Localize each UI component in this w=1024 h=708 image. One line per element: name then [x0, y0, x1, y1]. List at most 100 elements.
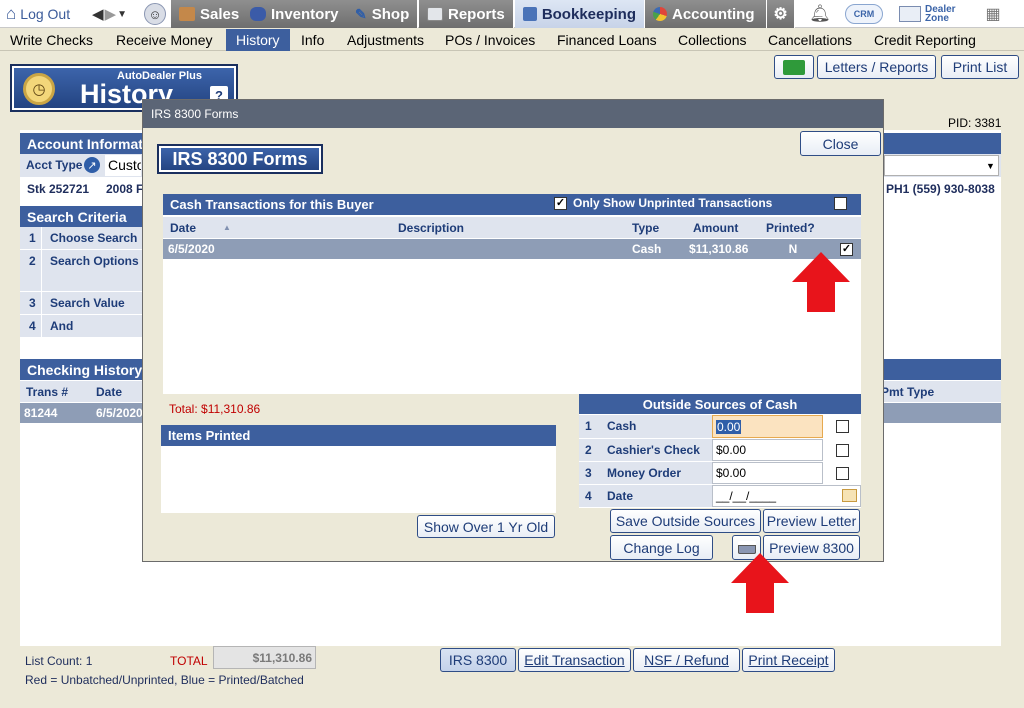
outside-row-label: Cash	[607, 419, 637, 433]
green-folder-icon	[783, 59, 805, 75]
search-row[interactable]: 1 Choose Search	[20, 227, 142, 250]
outside-sources-title: Outside Sources of Cash	[642, 396, 798, 412]
print-receipt-button[interactable]: Print Receipt	[742, 648, 835, 672]
logout-label: Log Out	[20, 6, 71, 22]
settings-tab[interactable]: ⚙	[767, 0, 795, 28]
subnav-cancellations[interactable]: Cancellations	[758, 29, 862, 51]
subnav-receive-money[interactable]: Receive Money	[106, 29, 223, 51]
outside-row-money-order: 3 Money Order $0.00	[579, 462, 861, 484]
outside-row-label: Date	[607, 489, 634, 503]
search-criteria-title: Search Criteria	[27, 208, 127, 225]
clock-icon: ◷	[23, 73, 55, 105]
print-list-button[interactable]: Print List	[941, 55, 1019, 79]
forward-arrow-icon[interactable]: ▶	[105, 5, 117, 23]
export-button[interactable]	[774, 55, 814, 79]
tab-bookkeeping[interactable]: Bookkeeping	[515, 0, 645, 28]
tab-bookkeeping-label: Bookkeeping	[541, 5, 636, 23]
col-description[interactable]: Description	[234, 221, 628, 235]
car-icon	[250, 7, 266, 21]
irs-8300-button[interactable]: IRS 8300	[440, 648, 516, 672]
total-label: TOTAL	[170, 654, 208, 668]
chevron-down-icon[interactable]: ▼	[117, 9, 127, 20]
subnav-write-checks[interactable]: Write Checks	[0, 29, 103, 51]
col-printed[interactable]: Printed?	[761, 221, 837, 235]
save-outside-sources-button[interactable]: Save Outside Sources	[610, 509, 761, 533]
col-type[interactable]: Type	[628, 221, 687, 235]
date-input-value: __/__/____	[716, 489, 777, 503]
outside-sources-header: Outside Sources of Cash	[579, 394, 861, 414]
items-printed-panel: Items Printed	[161, 425, 556, 513]
modal-window-title: IRS 8300 Forms	[151, 107, 239, 121]
subnav-adjustments[interactable]: Adjustments	[337, 29, 434, 51]
tab-accounting-label: Accounting	[672, 5, 755, 23]
subnav-credit-reporting[interactable]: Credit Reporting	[864, 29, 986, 51]
table-row[interactable]: 6/5/2020 Cash $11,310.86 N ✓	[163, 239, 861, 259]
subnav-financed-loans[interactable]: Financed Loans	[547, 29, 667, 51]
wrench-icon: ✎	[355, 5, 367, 22]
dealer-zone-label: Dealer Zone	[925, 4, 956, 24]
tab-reports[interactable]: Reports	[419, 0, 514, 28]
calculator-icon[interactable]: ▦	[984, 3, 1002, 25]
red-arrow-up-icon	[792, 252, 850, 312]
search-row-label: Search Value	[42, 292, 142, 315]
cash-checkbox[interactable]	[835, 420, 849, 433]
col-amount[interactable]: Amount	[687, 221, 761, 235]
acct-type-field[interactable]: Customer	[105, 155, 141, 176]
tab-shop[interactable]: ✎ Shop	[347, 0, 419, 28]
outside-row-cash: 1 Cash 0.00	[579, 415, 861, 438]
nsf-refund-button[interactable]: NSF / Refund	[633, 648, 740, 672]
lookup-arrow-icon[interactable]: ↗	[84, 157, 100, 173]
salesperson-icon	[179, 7, 195, 21]
money-order-checkbox[interactable]	[835, 466, 849, 480]
subnav-pos-invoices[interactable]: POs / Invoices	[435, 29, 545, 51]
col-trans-number[interactable]: Trans #	[20, 385, 92, 399]
subnav-info[interactable]: Info	[291, 29, 334, 51]
select-all-checkbox[interactable]	[834, 197, 847, 210]
letters-reports-button[interactable]: Letters / Reports	[817, 55, 936, 79]
book-icon	[523, 7, 537, 21]
calendar-icon[interactable]	[842, 489, 857, 502]
only-unprinted-label: Only Show Unprinted Transactions	[573, 196, 773, 210]
only-unprinted-checkbox[interactable]: ✓	[554, 197, 567, 210]
tab-sales[interactable]: Sales	[171, 0, 249, 28]
crm-button[interactable]: CRM	[845, 4, 883, 24]
back-arrow-icon[interactable]: ◀	[92, 5, 104, 23]
money-order-input[interactable]: $0.00	[712, 462, 823, 484]
vehicle-info: 2008 F	[106, 182, 144, 196]
subnav-history[interactable]: History	[226, 29, 290, 51]
close-button[interactable]: Close	[800, 131, 881, 156]
change-log-button[interactable]: Change Log	[610, 535, 713, 560]
cashiers-check-input[interactable]: $0.00	[712, 439, 823, 461]
col-pmt-type[interactable]: Pmt Type	[881, 385, 934, 399]
tab-inventory-label: Inventory	[271, 5, 339, 23]
edit-transaction-button[interactable]: Edit Transaction	[518, 648, 631, 672]
user-face-icon[interactable]: ☺	[144, 3, 166, 25]
modal-title-bar[interactable]: IRS 8300 Forms	[143, 100, 883, 128]
dealer-zone-button[interactable]: Dealer Zone	[899, 3, 961, 25]
trans-number-cell: 81244	[24, 406, 58, 420]
search-row[interactable]: 3 Search Value	[20, 292, 142, 315]
search-row-num: 4	[20, 315, 42, 338]
cashiers-check-checkbox[interactable]	[835, 443, 849, 457]
tab-accounting[interactable]: Accounting	[645, 0, 767, 28]
checking-history-title: Checking History	[27, 361, 143, 378]
search-row[interactable]: 2 Search Options	[20, 250, 142, 292]
date-input[interactable]: __/__/____	[712, 485, 861, 507]
search-criteria-header: Search Criteria	[20, 206, 142, 227]
show-over-1yr-button[interactable]: Show Over 1 Yr Old	[417, 515, 555, 538]
search-row-num: 2	[20, 250, 42, 292]
dropdown-chevron-icon[interactable]: ▼	[982, 155, 999, 176]
row-type-cell: Cash	[632, 242, 662, 256]
bell-icon[interactable]: 🔔︎	[809, 3, 831, 25]
col-date[interactable]: Date	[163, 221, 223, 235]
subnav-collections[interactable]: Collections	[668, 29, 756, 51]
tab-inventory[interactable]: Inventory	[242, 0, 348, 28]
logout-button[interactable]: ⌂ Log Out	[6, 3, 70, 25]
history-navigation[interactable]: ◀ ▶ ▼	[92, 4, 127, 24]
cash-amount-input[interactable]: 0.00	[712, 415, 823, 438]
search-row-num: 1	[20, 227, 42, 250]
preview-letter-button[interactable]: Preview Letter	[763, 509, 860, 533]
search-row[interactable]: 4 And	[20, 315, 142, 338]
outside-row-date: 4 Date __/__/____	[579, 485, 861, 507]
outside-row-num: 2	[585, 443, 592, 457]
